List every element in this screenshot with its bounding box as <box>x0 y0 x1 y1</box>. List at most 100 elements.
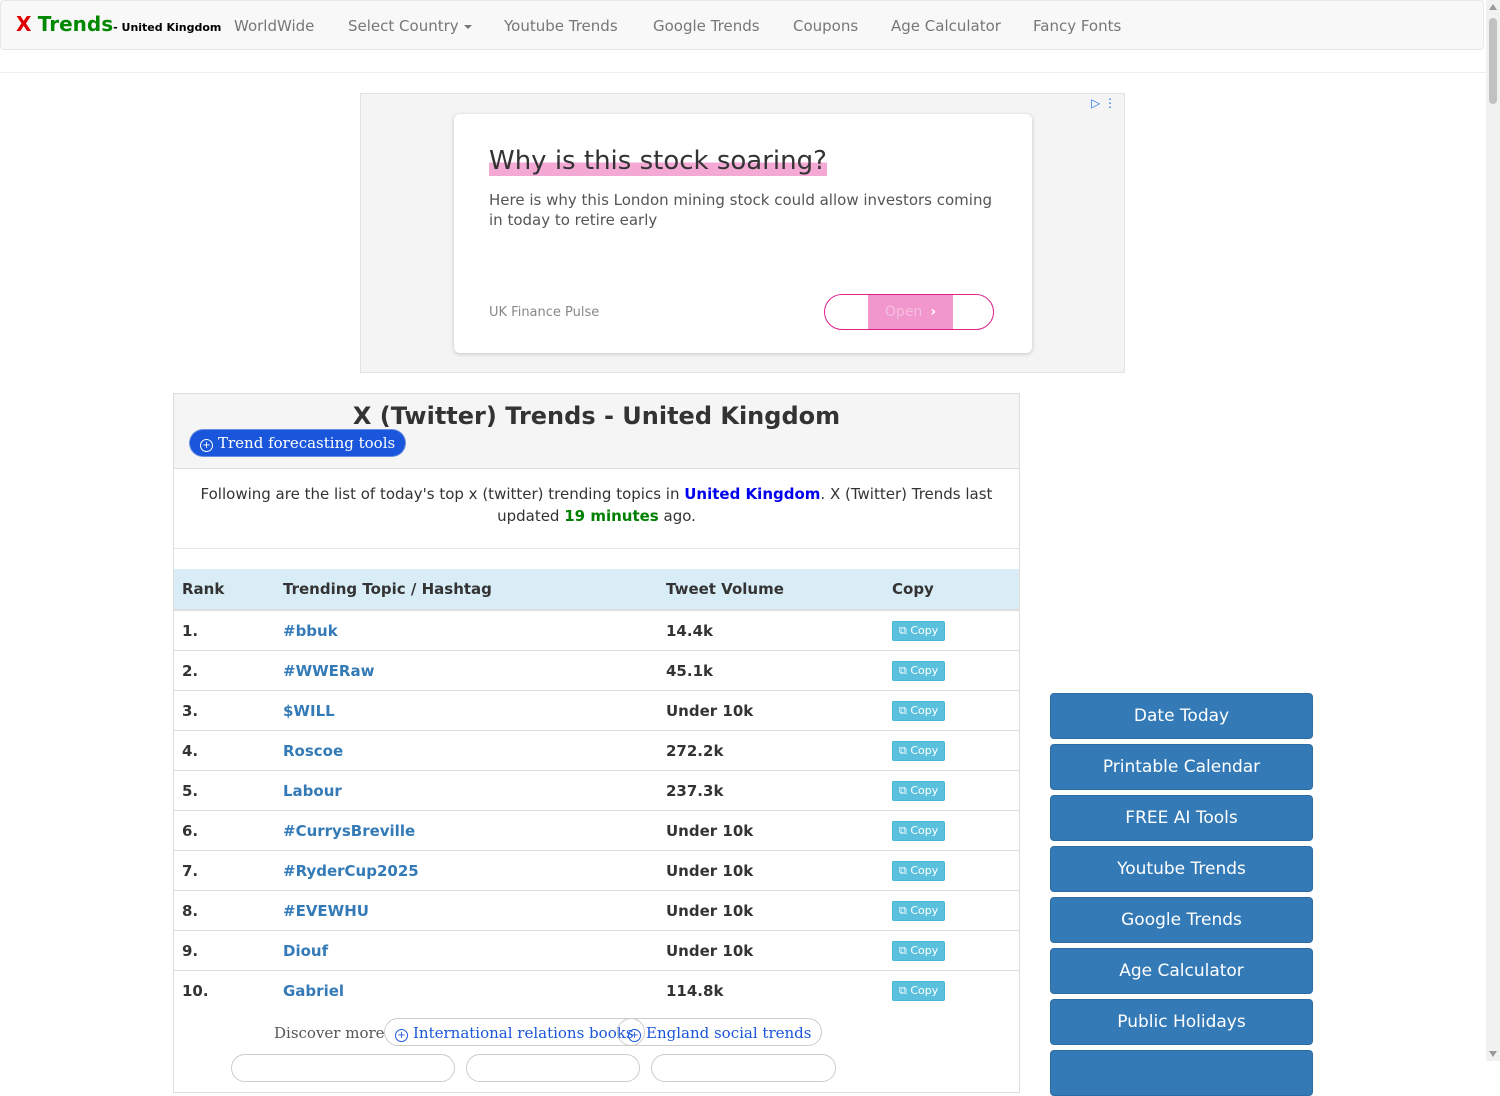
table-row: 2. #WWERaw 45.1k ⧉ Copy <box>174 650 1019 691</box>
copy-label: Copy <box>910 904 939 917</box>
copy-button[interactable]: ⧉ Copy <box>892 981 946 1001</box>
table-row: 3. $WILL Under 10k ⧉ Copy <box>174 690 1019 731</box>
copy-icon: ⧉ <box>899 904 907 917</box>
column-header-volume: Tweet Volume <box>658 569 884 611</box>
rank-cell: 1. <box>174 609 275 651</box>
copy-label: Copy <box>910 864 939 877</box>
adchoices-icon[interactable]: ▷ ⋮ <box>1091 96 1116 110</box>
brand-country: - United Kingdom <box>113 21 222 34</box>
column-header-rank: Rank <box>174 569 275 611</box>
topic-link[interactable]: Roscoe <box>275 730 658 771</box>
ad-open-label: Open <box>884 304 923 320</box>
volume-cell: 272.2k <box>658 730 884 771</box>
copy-button[interactable]: ⧉ Copy <box>892 941 946 961</box>
page-scrollbar[interactable] <box>1486 0 1500 1061</box>
copy-cell: ⧉ Copy <box>884 810 1019 851</box>
topic-link[interactable]: #EVEWHU <box>275 890 658 931</box>
copy-cell: ⧉ Copy <box>884 850 1019 891</box>
chevron-right-icon: › <box>930 304 937 320</box>
discover-pill-international-relations-books[interactable]: + International relations books <box>384 1018 645 1046</box>
ad-card[interactable]: Why is this stock soaring? Here is why t… <box>454 114 1032 353</box>
copy-button[interactable]: ⧉ Copy <box>892 821 946 841</box>
divider <box>0 72 1486 73</box>
plus-circle-icon: + <box>200 439 213 452</box>
intro-country-link[interactable]: United Kingdom <box>684 485 820 503</box>
copy-icon: ⧉ <box>899 664 907 677</box>
sidebar-printable-calendar-button[interactable]: Printable Calendar <box>1050 744 1313 790</box>
copy-button[interactable]: ⧉ Copy <box>892 861 946 881</box>
nav-coupons[interactable]: Coupons <box>793 17 858 35</box>
sidebar-button[interactable] <box>1050 1050 1313 1096</box>
copy-cell: ⧉ Copy <box>884 650 1019 691</box>
brand-trends: Trends <box>37 12 114 36</box>
sidebar-youtube-trends-button[interactable]: Youtube Trends <box>1050 846 1313 892</box>
nav-google-trends[interactable]: Google Trends <box>653 17 760 35</box>
volume-cell: Under 10k <box>658 930 884 971</box>
copy-cell: ⧉ Copy <box>884 890 1019 931</box>
topic-link[interactable]: #bbuk <box>275 609 658 651</box>
brand-logo[interactable]: X Trends- United Kingdom <box>16 12 221 36</box>
volume-cell: 45.1k <box>658 650 884 691</box>
plus-circle-icon: + <box>628 1029 641 1042</box>
copy-icon: ⧉ <box>899 944 907 957</box>
copy-label: Copy <box>910 704 939 717</box>
discover-pill-label: International relations books <box>413 1024 634 1042</box>
copy-label: Copy <box>910 744 939 757</box>
scroll-up-arrow-icon[interactable] <box>1489 4 1497 10</box>
copy-button[interactable]: ⧉ Copy <box>892 621 946 641</box>
topic-link[interactable]: Gabriel <box>275 970 658 1010</box>
updated-minutes: 19 minutes <box>564 507 659 525</box>
topic-link[interactable]: Labour <box>275 770 658 811</box>
topic-link[interactable]: #WWERaw <box>275 650 658 691</box>
discover-pill-england-social-trends[interactable]: + England social trends <box>617 1018 823 1046</box>
trend-forecasting-button[interactable]: + Trend forecasting tools <box>190 430 406 456</box>
sidebar-date-today-button[interactable]: Date Today <box>1050 693 1313 739</box>
divider <box>174 548 1019 549</box>
ad-open-button[interactable]: Open › <box>824 294 994 330</box>
copy-button[interactable]: ⧉ Copy <box>892 701 946 721</box>
copy-button[interactable]: ⧉ Copy <box>892 901 946 921</box>
column-header-copy: Copy <box>884 569 1019 611</box>
topic-link[interactable]: #CurrysBreville <box>275 810 658 851</box>
copy-icon: ⧉ <box>899 704 907 717</box>
copy-button[interactable]: ⧉ Copy <box>892 741 946 761</box>
trend-forecasting-label: Trend forecasting tools <box>218 434 396 452</box>
topic-link[interactable]: #RyderCup2025 <box>275 850 658 891</box>
table-row: 4. Roscoe 272.2k ⧉ Copy <box>174 730 1019 771</box>
rank-cell: 2. <box>174 650 275 691</box>
scrollbar-thumb[interactable] <box>1489 18 1497 104</box>
nav-age-calculator[interactable]: Age Calculator <box>891 17 1001 35</box>
ad-headline[interactable]: Why is this stock soaring? <box>489 146 827 176</box>
volume-cell: 237.3k <box>658 770 884 811</box>
copy-cell: ⧉ Copy <box>884 609 1019 651</box>
sidebar-free-ai-tools-button[interactable]: FREE AI Tools <box>1050 795 1313 841</box>
discover-pill[interactable] <box>466 1054 640 1082</box>
trends-panel: X (Twitter) Trends - United Kingdom + Tre… <box>173 393 1020 1093</box>
nav-select-country[interactable]: Select Country <box>348 17 472 35</box>
table-row: 1. #bbuk 14.4k ⧉ Copy <box>174 609 1019 651</box>
ad-banner[interactable]: ▷ ⋮ Why is this stock soaring? Here is w… <box>360 93 1125 373</box>
discover-pill[interactable] <box>651 1054 836 1082</box>
top-navbar: X Trends- United Kingdom WorldWide Selec… <box>0 0 1484 50</box>
page-title: X (Twitter) Trends - United Kingdom <box>352 402 841 430</box>
copy-icon: ⧉ <box>899 824 907 837</box>
nav-fancy-fonts[interactable]: Fancy Fonts <box>1033 17 1121 35</box>
nav-youtube-trends[interactable]: Youtube Trends <box>504 17 618 35</box>
rank-cell: 9. <box>174 930 275 971</box>
topic-link[interactable]: $WILL <box>275 690 658 731</box>
sidebar-google-trends-button[interactable]: Google Trends <box>1050 897 1313 943</box>
rank-cell: 4. <box>174 730 275 771</box>
rank-cell: 10. <box>174 970 275 1010</box>
topic-link[interactable]: Diouf <box>275 930 658 971</box>
scroll-down-arrow-icon[interactable] <box>1489 1051 1497 1057</box>
copy-button[interactable]: ⧉ Copy <box>892 781 946 801</box>
table-row: 5. Labour 237.3k ⧉ Copy <box>174 770 1019 811</box>
discover-pill[interactable] <box>231 1054 455 1082</box>
sidebar-public-holidays-button[interactable]: Public Holidays <box>1050 999 1313 1045</box>
copy-cell: ⧉ Copy <box>884 690 1019 731</box>
copy-icon: ⧉ <box>899 784 907 797</box>
table-row: 6. #CurrysBreville Under 10k ⧉ Copy <box>174 810 1019 851</box>
copy-button[interactable]: ⧉ Copy <box>892 661 946 681</box>
sidebar-age-calculator-button[interactable]: Age Calculator <box>1050 948 1313 994</box>
nav-worldwide[interactable]: WorldWide <box>234 17 314 35</box>
